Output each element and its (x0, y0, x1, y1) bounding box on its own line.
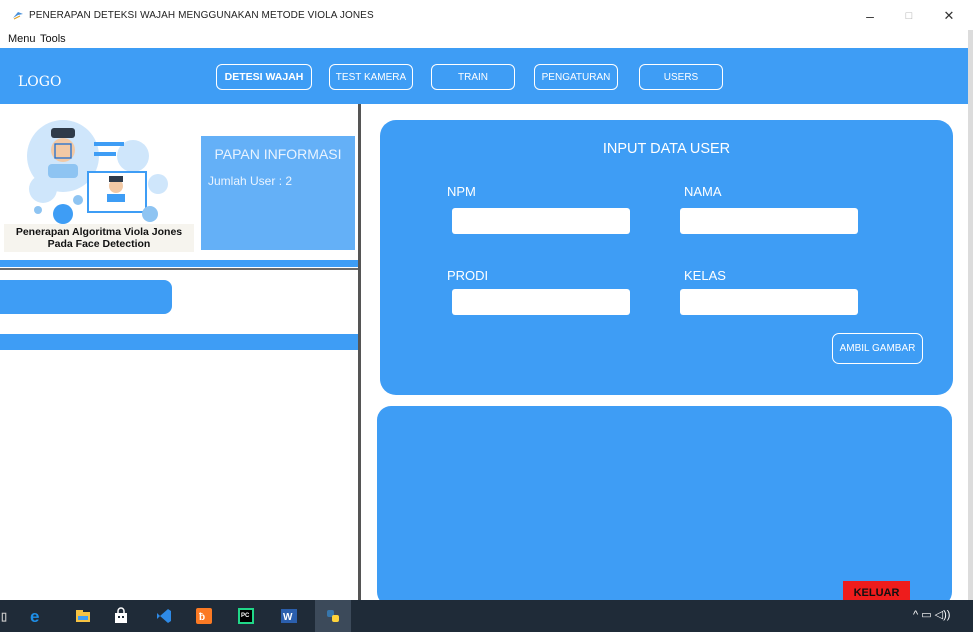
nav-pengaturan-button[interactable]: PENGATURAN (534, 64, 618, 90)
nav-train-button[interactable]: TRAIN (431, 64, 515, 90)
user-count-label: Jumlah User : 2 (208, 174, 293, 188)
maximize-button[interactable]: □ (897, 6, 921, 26)
svg-text:W: W (283, 612, 293, 623)
left-panel: Penerapan Algoritma Viola Jones Pada Fac… (0, 104, 361, 600)
info-board-title: PAPAN INFORMASI (214, 146, 342, 162)
kelas-input[interactable] (680, 289, 858, 315)
prodi-input[interactable] (452, 289, 630, 315)
vscode-icon[interactable] (155, 607, 173, 625)
window-title: PENERAPAN DETEKSI WAJAH MENGGUNAKAN METO… (29, 10, 374, 21)
left-divider-line (0, 268, 358, 270)
prodi-label: PRODI (447, 268, 489, 283)
nama-label: NAMA (684, 184, 722, 199)
npm-label: NPM (447, 184, 476, 199)
svg-text:e: e (30, 607, 39, 625)
input-user-form: INPUT DATA USER NPM NAMA PRODI KELAS AMB… (380, 120, 953, 395)
svg-text:ƀ: ƀ (199, 612, 205, 623)
windows-taskbar: ▯ e ƀ PC W ^ ▭ ◁)) (0, 600, 973, 632)
close-button[interactable]: ✕ (937, 6, 961, 26)
system-tray-icons[interactable]: ^ ▭ ◁)) (913, 608, 950, 621)
panel-separator (358, 104, 361, 600)
svg-text:PC: PC (241, 613, 250, 619)
illustration-caption: Penerapan Algoritma Viola Jones Pada Fac… (4, 224, 194, 252)
nama-input[interactable] (680, 208, 858, 234)
npm-input[interactable] (452, 208, 630, 234)
keluar-button[interactable]: KELUAR (843, 581, 910, 600)
caption-line-2: Pada Face Detection (47, 238, 151, 250)
form-title: INPUT DATA USER (602, 141, 731, 157)
window-right-edge (968, 30, 973, 600)
nav-users-button[interactable]: USERS (639, 64, 723, 90)
app-feather-icon (13, 12, 23, 20)
caption-line-1: Penerapan Algoritma Viola Jones (15, 226, 183, 238)
pycharm-icon[interactable]: PC (237, 607, 255, 625)
left-blue-strip (0, 334, 358, 350)
left-blue-bar (0, 280, 172, 314)
app-header: LOGO DETESI WAJAH TEST KAMERA TRAIN PENG… (0, 48, 968, 104)
camera-preview-panel (377, 406, 952, 606)
word-icon[interactable]: W (280, 607, 298, 625)
menu-item-menu[interactable]: Menu (8, 33, 36, 45)
info-board: PAPAN INFORMASI Jumlah User : 2 (201, 136, 355, 250)
nav-test-kamera-button[interactable]: TEST KAMERA (329, 64, 413, 90)
task-view-icon[interactable]: ▯ (0, 607, 8, 625)
logo: LOGO (18, 74, 62, 90)
menu-bar: Menu Tools (0, 30, 968, 49)
nav-deteksi-wajah-button[interactable]: DETESI WAJAH (216, 64, 312, 90)
minimize-button[interactable]: – (858, 6, 882, 26)
kelas-label: KELAS (684, 268, 726, 283)
left-divider-strip (0, 260, 358, 267)
ambil-gambar-button[interactable]: AMBIL GAMBAR (832, 333, 923, 364)
edge-icon[interactable]: e (28, 607, 46, 625)
file-explorer-icon[interactable] (74, 607, 92, 625)
xampp-icon[interactable]: ƀ (195, 607, 213, 625)
menu-item-tools[interactable]: Tools (40, 33, 66, 45)
window-titlebar: PENERAPAN DETEKSI WAJAH MENGGUNAKAN METO… (0, 0, 973, 30)
python-icon[interactable] (324, 607, 342, 625)
store-icon[interactable] (112, 607, 130, 625)
